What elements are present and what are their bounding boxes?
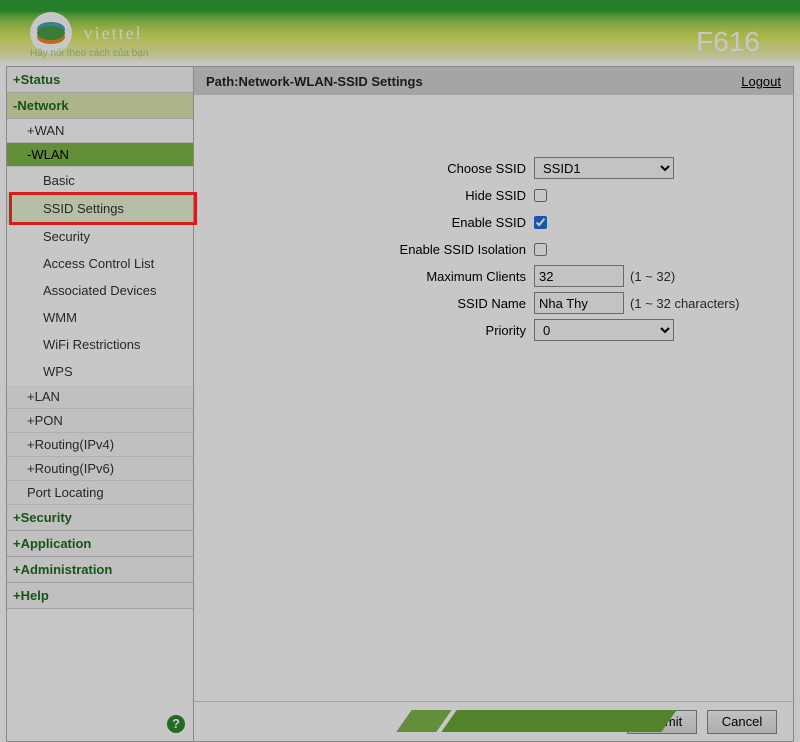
nav-wlan-associated[interactable]: Associated Devices [7,277,193,304]
form-content: Choose SSID SSID1 Hide SSID Enable SSID [194,95,793,701]
hide-ssid-checkbox[interactable] [534,189,547,202]
nav-wlan-wmm[interactable]: WMM [7,304,193,331]
sidebar: +Status -Network +WAN -WLAN Basic SSID S… [6,66,194,742]
breadcrumb-prefix: Path: [206,74,239,89]
ssid-name-input[interactable] [534,292,624,314]
nav-wlan-basic[interactable]: Basic [7,167,193,194]
label-max-clients: Maximum Clients [194,269,534,284]
breadcrumb: Path:Network-WLAN-SSID Settings [206,74,423,89]
label-enable-ssid: Enable SSID [194,215,534,230]
header: viettel Hãy nói theo cách của bạn F616 [0,0,800,62]
nav-lan[interactable]: +LAN [7,385,193,409]
help-icon[interactable]: ? [167,715,185,733]
hint-max-clients: (1 ~ 32) [630,269,675,284]
hint-ssid-name: (1 ~ 32 characters) [630,296,739,311]
label-choose-ssid: Choose SSID [194,161,534,176]
nav-routing-ipv4[interactable]: +Routing(IPv4) [7,433,193,457]
nav-application[interactable]: +Application [7,531,193,557]
priority-select[interactable]: 0 [534,319,674,341]
nav-administration[interactable]: +Administration [7,557,193,583]
nav-wlan-acl[interactable]: Access Control List [7,250,193,277]
logout-link[interactable]: Logout [741,74,781,89]
nav-pon[interactable]: +PON [7,409,193,433]
cancel-button[interactable]: Cancel [707,710,777,734]
nav-wan[interactable]: +WAN [7,119,193,143]
nav-wlan-ssid-settings[interactable]: SSID Settings [7,194,193,223]
brand-tagline: Hãy nói theo cách của bạn [30,48,148,59]
choose-ssid-select[interactable]: SSID1 [534,157,674,179]
nav-status[interactable]: +Status [7,67,193,93]
breadcrumb-path: Network-WLAN-SSID Settings [239,74,423,89]
footer-stripe-icon [204,710,634,732]
enable-isolation-checkbox[interactable] [534,243,547,256]
nav-network[interactable]: -Network [7,93,193,119]
model-label: F616 [696,26,760,58]
nav-routing-ipv6[interactable]: +Routing(IPv6) [7,457,193,481]
max-clients-input[interactable] [534,265,624,287]
label-enable-isolation: Enable SSID Isolation [194,242,534,257]
enable-ssid-checkbox[interactable] [534,216,547,229]
nav-port-locating[interactable]: Port Locating [7,481,193,505]
brand-word: viettel [84,23,143,44]
nav-wlan-security[interactable]: Security [7,223,193,250]
nav-wlan-wps[interactable]: WPS [7,358,193,385]
nav-security[interactable]: +Security [7,505,193,531]
nav-wlan[interactable]: -WLAN [7,143,193,167]
path-bar: Path:Network-WLAN-SSID Settings Logout [194,67,793,95]
label-hide-ssid: Hide SSID [194,188,534,203]
nav-help[interactable]: +Help [7,583,193,609]
label-ssid-name: SSID Name [194,296,534,311]
main-panel: Path:Network-WLAN-SSID Settings Logout C… [194,66,794,742]
nav-wlan-wifirestrictions[interactable]: WiFi Restrictions [7,331,193,358]
label-priority: Priority [194,323,534,338]
footer-bar: Submit Cancel [194,701,793,741]
